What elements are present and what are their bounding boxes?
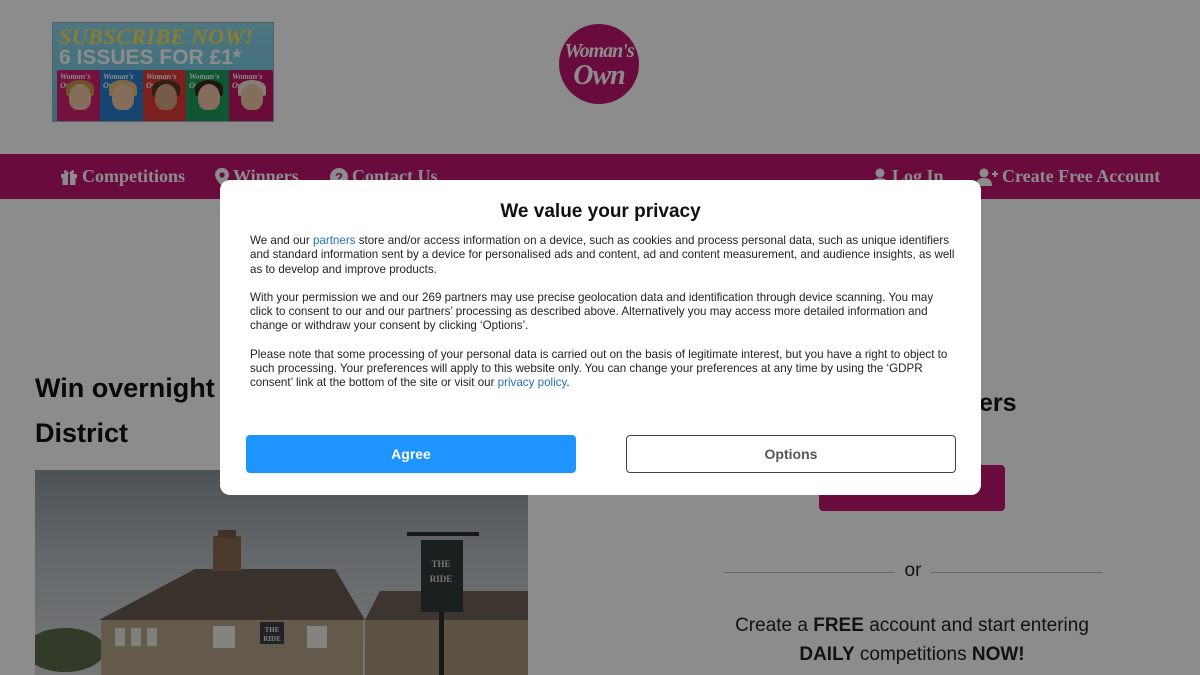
privacy-policy-link[interactable]: privacy policy: [498, 376, 567, 389]
consent-paragraph-3: Please note that some processing of your…: [250, 347, 948, 390]
consent-paragraph-2: With your permission we and our 269 part…: [250, 290, 934, 333]
partners-link[interactable]: partners: [313, 234, 356, 247]
consent-paragraph-1: We and our partners store and/or access …: [250, 234, 955, 276]
consent-title: We value your privacy: [500, 201, 701, 222]
agree-button[interactable]: Agree: [246, 435, 576, 473]
privacy-consent-dialog: We value your privacy We and our partner…: [220, 180, 981, 495]
options-button[interactable]: Options: [626, 435, 956, 473]
consent-body: We and our partners store and/or access …: [250, 234, 955, 405]
